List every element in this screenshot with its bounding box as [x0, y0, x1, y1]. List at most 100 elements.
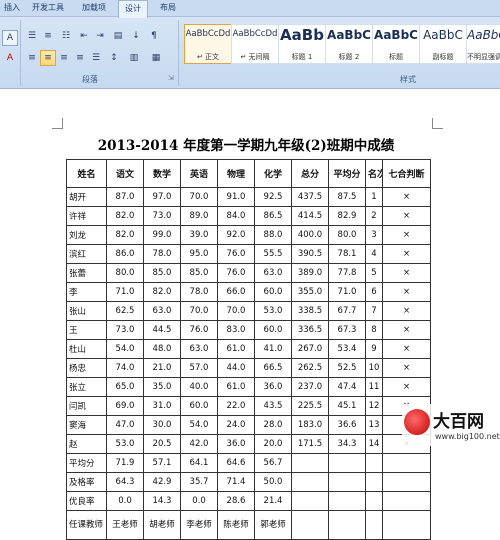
column-header[interactable]: 名次: [365, 159, 383, 188]
column-header[interactable]: 语文: [106, 159, 144, 188]
table-cell[interactable]: ×: [382, 206, 431, 226]
table-cell[interactable]: 64.1: [180, 453, 218, 473]
table-cell[interactable]: 63.0: [143, 301, 181, 321]
column-header[interactable]: 物理: [217, 159, 255, 188]
shading-icon[interactable]: ▥: [126, 50, 142, 66]
table-cell[interactable]: 62.5: [106, 301, 144, 321]
table-cell[interactable]: [291, 472, 329, 492]
table-cell[interactable]: 20.0: [254, 434, 292, 454]
table-cell[interactable]: 0.0: [180, 491, 218, 511]
column-header[interactable]: 英语: [180, 159, 218, 188]
table-cell[interactable]: 97.0: [143, 187, 181, 207]
table-cell[interactable]: 390.5: [291, 244, 329, 264]
table-cell[interactable]: 21.4: [254, 491, 292, 511]
table-cell[interactable]: 338.5: [291, 301, 329, 321]
table-cell[interactable]: 8: [365, 320, 383, 340]
table-cell[interactable]: 84.0: [217, 206, 255, 226]
table-cell[interactable]: 69.0: [106, 396, 144, 416]
grades-table[interactable]: 姓名语文数学英语物理化学总分平均分名次七合判断 胡开87.097.070.091…: [66, 159, 431, 540]
row-label-cell[interactable]: 张立: [66, 377, 107, 397]
table-cell[interactable]: 73.0: [143, 206, 181, 226]
table-cell[interactable]: 56.7: [254, 453, 292, 473]
table-cell[interactable]: 40.0: [180, 377, 218, 397]
column-header[interactable]: 总分: [291, 159, 329, 188]
table-cell[interactable]: ×: [382, 187, 431, 207]
table-cell[interactable]: 63.0: [254, 263, 292, 283]
table-cell[interactable]: 82.0: [106, 206, 144, 226]
row-label-cell[interactable]: 许祥: [66, 206, 107, 226]
table-cell[interactable]: 78.1: [328, 244, 366, 264]
table-cell[interactable]: 71.0: [106, 282, 144, 302]
table-cell[interactable]: 34.3: [328, 434, 366, 454]
table-cell[interactable]: 78.0: [180, 282, 218, 302]
row-label-cell[interactable]: 滨红: [66, 244, 107, 264]
row-label-cell[interactable]: 张蕾: [66, 263, 107, 283]
table-cell[interactable]: 45.1: [328, 396, 366, 416]
bullets-icon[interactable]: ☰: [24, 28, 40, 44]
table-cell[interactable]: 22.0: [217, 396, 255, 416]
style-normal[interactable]: AaBbCcDd ↵ 正文: [184, 24, 232, 64]
table-cell[interactable]: 78.0: [143, 244, 181, 264]
table-cell[interactable]: [328, 472, 366, 492]
table-cell[interactable]: 0.0: [106, 491, 144, 511]
table-cell[interactable]: 400.0: [291, 225, 329, 245]
table-cell[interactable]: 13: [365, 415, 383, 435]
table-cell[interactable]: 63.0: [180, 339, 218, 359]
table-cell[interactable]: 86.0: [106, 244, 144, 264]
table-cell[interactable]: 44.0: [217, 358, 255, 378]
align-right-icon[interactable]: ≡: [56, 50, 72, 66]
table-cell[interactable]: ×: [382, 320, 431, 340]
table-cell[interactable]: 12: [365, 396, 383, 416]
table-cell[interactable]: 57.1: [143, 453, 181, 473]
table-cell[interactable]: 54.0: [180, 415, 218, 435]
table-cell[interactable]: 65.0: [106, 377, 144, 397]
table-cell[interactable]: ×: [382, 339, 431, 359]
row-label-cell[interactable]: 优良率: [66, 491, 107, 511]
table-cell[interactable]: [291, 510, 329, 540]
line-spacing-icon[interactable]: ↕: [106, 50, 122, 66]
table-cell[interactable]: 9: [365, 339, 383, 359]
table-cell[interactable]: 91.0: [217, 187, 255, 207]
justify-icon[interactable]: ≡: [72, 50, 88, 66]
row-label-cell[interactable]: 窦海: [66, 415, 107, 435]
table-cell[interactable]: 414.5: [291, 206, 329, 226]
table-cell[interactable]: 437.5: [291, 187, 329, 207]
table-cell[interactable]: 28.6: [217, 491, 255, 511]
table-cell[interactable]: 225.5: [291, 396, 329, 416]
table-cell[interactable]: 3: [365, 225, 383, 245]
table-cell[interactable]: [291, 491, 329, 511]
table-cell[interactable]: 陈老师: [217, 510, 255, 540]
numbering-icon[interactable]: ≡: [40, 28, 56, 44]
table-cell[interactable]: 41.0: [254, 339, 292, 359]
table-cell[interactable]: 50.0: [254, 472, 292, 492]
table-cell[interactable]: 64.6: [217, 453, 255, 473]
table-cell[interactable]: 35.0: [143, 377, 181, 397]
table-cell[interactable]: 42.0: [180, 434, 218, 454]
table-cell[interactable]: 80.0: [328, 225, 366, 245]
table-cell[interactable]: 71.0: [328, 282, 366, 302]
table-cell[interactable]: 89.0: [180, 206, 218, 226]
row-label-cell[interactable]: 赵: [66, 434, 107, 454]
table-cell[interactable]: 77.8: [328, 263, 366, 283]
table-cell[interactable]: 183.0: [291, 415, 329, 435]
table-cell[interactable]: 36.0: [217, 434, 255, 454]
table-cell[interactable]: 60.0: [254, 282, 292, 302]
style-title[interactable]: AaBbC 标题: [372, 24, 420, 64]
table-cell[interactable]: 胡老师: [143, 510, 181, 540]
table-cell[interactable]: 55.5: [254, 244, 292, 264]
row-label-cell[interactable]: 杜山: [66, 339, 107, 359]
table-cell[interactable]: ×: [382, 225, 431, 245]
table-cell[interactable]: 71.9: [106, 453, 144, 473]
row-label-cell[interactable]: 胡开: [66, 187, 107, 207]
style-heading-2[interactable]: AaBbC 标题 2: [325, 24, 373, 64]
table-cell[interactable]: 52.5: [328, 358, 366, 378]
table-cell[interactable]: 86.5: [254, 206, 292, 226]
table-cell[interactable]: 80.0: [106, 263, 144, 283]
table-cell[interactable]: ×: [382, 244, 431, 264]
table-cell[interactable]: 53.4: [328, 339, 366, 359]
table-cell[interactable]: 61.0: [217, 339, 255, 359]
table-cell[interactable]: 76.0: [217, 244, 255, 264]
table-cell[interactable]: 1: [365, 187, 383, 207]
table-cell[interactable]: 76.0: [180, 320, 218, 340]
paragraph-launcher-icon[interactable]: ⇲: [168, 74, 174, 82]
